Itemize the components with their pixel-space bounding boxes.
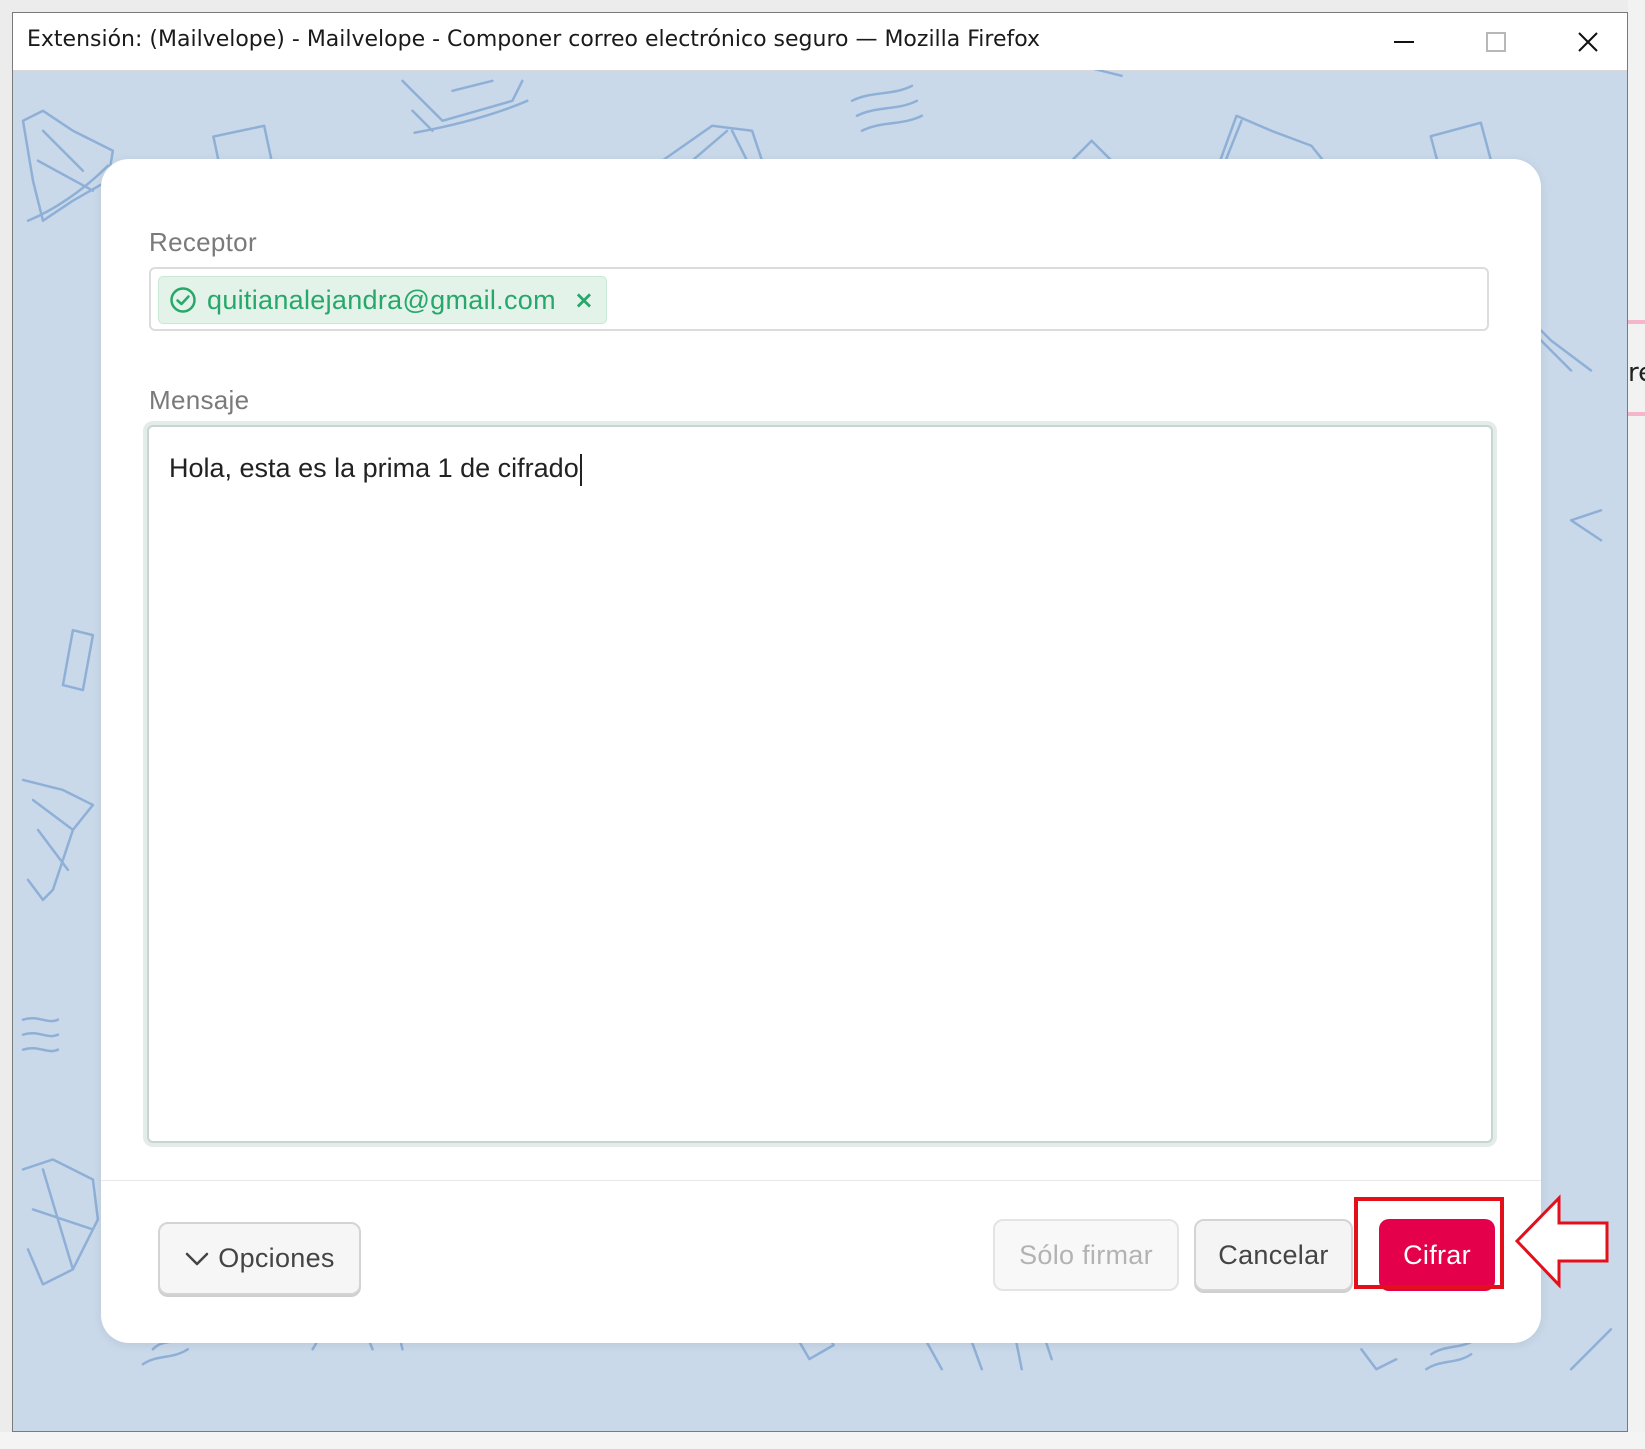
- sign-only-button[interactable]: Sólo firmar: [993, 1219, 1179, 1291]
- minimize-icon: [1394, 40, 1414, 43]
- annotation-highlight-box: [1354, 1197, 1504, 1289]
- chevron-down-icon: [186, 1252, 209, 1265]
- message-textarea[interactable]: Hola, esta es la prima 1 de cifrado: [147, 425, 1493, 1143]
- background-window-edge: [1628, 0, 1645, 1449]
- options-label: Opciones: [218, 1243, 335, 1273]
- check-circle-icon: [170, 287, 196, 313]
- recipient-label: Receptor: [149, 227, 257, 257]
- maximize-icon: [1486, 31, 1506, 52]
- footer-divider: [101, 1180, 1541, 1181]
- close-icon: [1578, 31, 1598, 52]
- cancel-button[interactable]: Cancelar: [1194, 1219, 1353, 1291]
- close-button[interactable]: [1542, 13, 1627, 70]
- maximize-button[interactable]: [1450, 13, 1542, 70]
- text-caret: [579, 453, 582, 486]
- background-taskbar-edge: [0, 1432, 1645, 1449]
- background-accent-line: [1628, 412, 1645, 416]
- background-partial-text: re: [1628, 358, 1645, 388]
- recipient-input[interactable]: quitianalejandra@gmail.com ×: [149, 267, 1489, 331]
- remove-recipient-icon[interactable]: ×: [574, 286, 594, 314]
- recipient-email: quitianalejandra@gmail.com: [207, 284, 556, 315]
- annotation-arrow-icon: [1514, 1194, 1609, 1289]
- window-titlebar[interactable]: Extensión: (Mailvelope) - Mailvelope - C…: [13, 13, 1627, 71]
- background-accent-line: [1628, 320, 1645, 324]
- options-button[interactable]: Opciones: [158, 1222, 361, 1295]
- sign-only-label: Sólo firmar: [1019, 1239, 1153, 1270]
- window-title: Extensión: (Mailvelope) - Mailvelope - C…: [27, 27, 1041, 52]
- compose-dialog: Receptor quitianalejandra@gmail.com × Me…: [101, 159, 1541, 1343]
- minimize-button[interactable]: [1358, 13, 1450, 70]
- recipient-chip[interactable]: quitianalejandra@gmail.com ×: [158, 276, 607, 324]
- message-text: Hola, esta es la prima 1 de cifrado: [169, 453, 579, 483]
- cancel-label: Cancelar: [1218, 1239, 1329, 1270]
- message-label: Mensaje: [149, 385, 250, 415]
